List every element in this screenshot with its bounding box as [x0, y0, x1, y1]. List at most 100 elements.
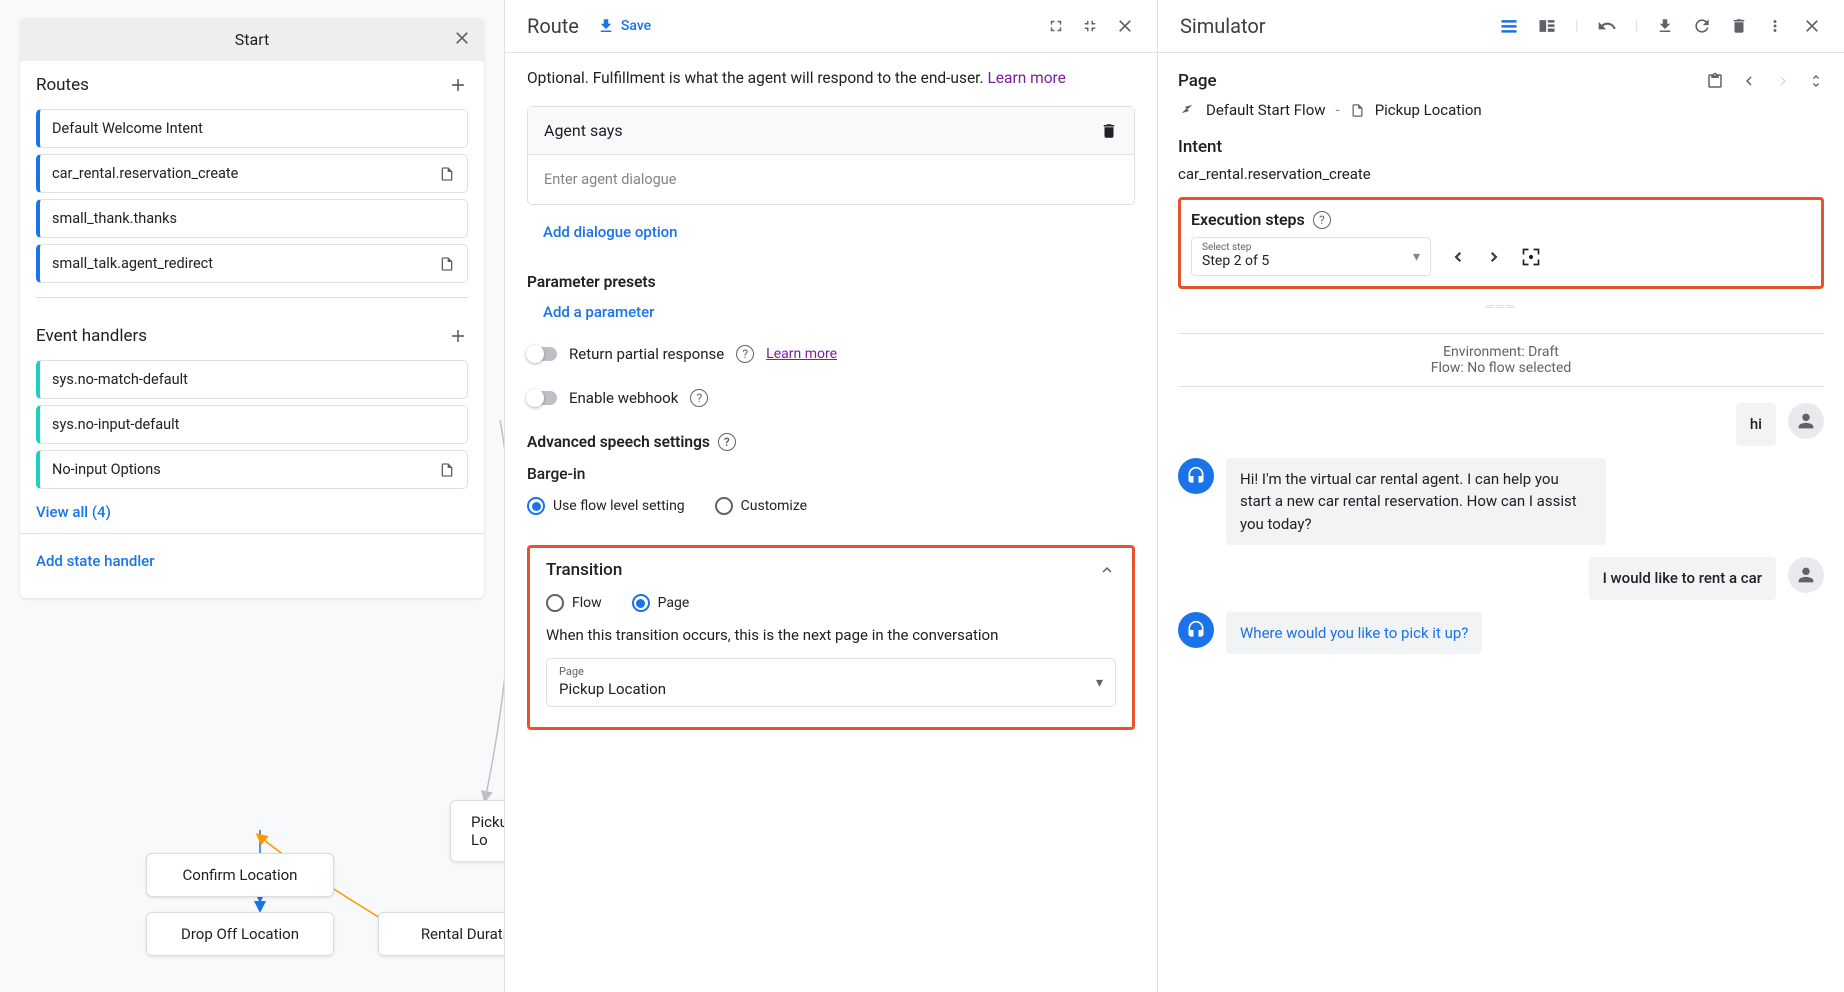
user-avatar-icon: [1788, 557, 1824, 593]
step-select-dropdown[interactable]: Select step Step 2 of 5 ▾: [1191, 237, 1431, 276]
agent-dialogue-input[interactable]: Enter agent dialogue: [528, 155, 1134, 204]
delete-icon[interactable]: [1730, 17, 1748, 35]
simulator-panel: Simulator | | Page Default Start: [1157, 0, 1844, 992]
route-header: Route Save: [505, 0, 1157, 53]
page-select-dropdown[interactable]: Page Pickup Location ▾: [546, 658, 1116, 707]
start-node-card: Start Routes Default Welcome Intent car_r…: [20, 18, 484, 598]
page-icon: [1350, 103, 1365, 118]
clipboard-icon[interactable]: [1706, 72, 1724, 90]
bot-avatar-icon: [1178, 612, 1214, 648]
agent-says-label: Agent says: [544, 121, 623, 140]
node-dropoff-location[interactable]: Drop Off Location: [146, 912, 334, 956]
close-icon[interactable]: [452, 28, 472, 48]
transition-heading: Transition: [546, 560, 622, 580]
save-icon: [597, 17, 615, 35]
enable-webhook-toggle[interactable]: [527, 391, 557, 405]
routes-heading: Routes: [36, 75, 89, 95]
flow-icon: [1178, 101, 1196, 119]
file-icon: [439, 166, 455, 182]
route-item[interactable]: car_rental.reservation_create: [36, 154, 468, 193]
execution-steps-heading: Execution steps: [1191, 210, 1305, 229]
message-text: Where would you like to pick it up?: [1226, 612, 1482, 655]
partial-response-toggle[interactable]: [527, 347, 557, 361]
node-confirm-location[interactable]: Confirm Location: [146, 853, 334, 897]
flow-canvas-panel: Start Routes Default Welcome Intent car_r…: [0, 0, 504, 992]
help-icon[interactable]: ?: [736, 345, 754, 363]
help-icon[interactable]: ?: [1313, 211, 1331, 229]
event-handler-item[interactable]: No-input Options: [36, 450, 468, 489]
handler-label: sys.no-input-default: [52, 416, 455, 433]
help-icon[interactable]: ?: [690, 389, 708, 407]
start-title: Start: [235, 30, 269, 49]
event-handler-item[interactable]: sys.no-input-default: [36, 405, 468, 444]
transition-flow-radio[interactable]: Flow: [546, 594, 602, 612]
breadcrumb-flow[interactable]: Default Start Flow: [1206, 101, 1326, 119]
route-panel: Route Save Optional. Fulfillment is what…: [504, 0, 1157, 992]
transition-page-radio[interactable]: Page: [632, 594, 690, 612]
transition-section: Transition Flow Page When this transitio…: [527, 545, 1135, 730]
view-all-link[interactable]: View all (4): [20, 495, 127, 533]
environment-label: Environment: Draft: [1178, 333, 1824, 360]
chevron-down-icon: ▾: [1096, 675, 1103, 691]
handler-label: sys.no-match-default: [52, 371, 455, 388]
fullscreen-enter-icon[interactable]: [1047, 17, 1065, 35]
learn-more-link[interactable]: Learn more: [987, 69, 1065, 87]
route-item[interactable]: small_talk.agent_redirect: [36, 244, 468, 283]
save-label: Save: [621, 18, 651, 34]
node-pickup-location[interactable]: Pickup Lo: [450, 800, 504, 862]
transition-description: When this transition occurs, this is the…: [546, 626, 1116, 644]
step-prev-icon[interactable]: [1449, 248, 1467, 266]
close-icon[interactable]: [1802, 16, 1822, 36]
fulfillment-description: Optional. Fulfillment is what the agent …: [527, 67, 1135, 90]
file-icon: [439, 256, 455, 272]
route-item[interactable]: Default Welcome Intent: [36, 109, 468, 148]
node-rental-duration[interactable]: Rental Duration: [378, 912, 504, 956]
learn-more-link[interactable]: Learn more: [766, 346, 837, 362]
routes-section-header: Routes: [20, 61, 484, 105]
barge-in-heading: Barge-in: [527, 465, 1135, 483]
param-presets-heading: Parameter presets: [527, 273, 1135, 291]
view-mode-lines-icon[interactable]: [1499, 16, 1519, 36]
collapse-icon[interactable]: [1808, 73, 1824, 89]
fullscreen-exit-icon[interactable]: [1081, 17, 1099, 35]
message-text: Hi! I'm the virtual car rental agent. I …: [1226, 458, 1606, 546]
undo-icon[interactable]: [1597, 16, 1617, 36]
add-state-handler-link[interactable]: Add state handler: [20, 533, 484, 598]
handler-label: No-input Options: [52, 461, 439, 478]
add-parameter-link[interactable]: Add a parameter: [527, 291, 654, 327]
chevron-right-icon[interactable]: [1774, 72, 1792, 90]
simulator-header: Simulator | |: [1158, 0, 1844, 53]
use-flow-radio[interactable]: Use flow level setting: [527, 497, 685, 515]
file-icon: [439, 462, 455, 478]
more-icon[interactable]: [1766, 17, 1784, 35]
add-route-icon[interactable]: [448, 75, 468, 95]
event-handlers-heading: Event handlers: [36, 326, 147, 346]
breadcrumb-page[interactable]: Pickup Location: [1375, 101, 1482, 119]
event-handler-item[interactable]: sys.no-match-default: [36, 360, 468, 399]
focus-icon[interactable]: [1521, 247, 1541, 267]
enable-webhook-label: Enable webhook: [569, 389, 678, 407]
refresh-icon[interactable]: [1692, 16, 1712, 36]
drag-handle[interactable]: ═══: [1178, 299, 1824, 313]
help-icon[interactable]: ?: [718, 433, 736, 451]
divider: [36, 297, 468, 298]
route-label: small_talk.agent_redirect: [52, 255, 439, 272]
simulator-title: Simulator: [1180, 14, 1266, 38]
chevron-left-icon[interactable]: [1740, 72, 1758, 90]
customize-radio[interactable]: Customize: [715, 497, 807, 515]
add-handler-icon[interactable]: [448, 326, 468, 346]
agent-says-box: Agent says Enter agent dialogue: [527, 106, 1135, 205]
step-next-icon[interactable]: [1485, 248, 1503, 266]
download-icon[interactable]: [1656, 17, 1674, 35]
add-dialogue-link[interactable]: Add dialogue option: [527, 205, 678, 247]
chevron-up-icon[interactable]: [1098, 561, 1116, 579]
close-icon[interactable]: [1115, 16, 1135, 36]
start-node-header[interactable]: Start: [20, 18, 484, 61]
save-button[interactable]: Save: [597, 17, 651, 35]
chat-message-bot: Hi! I'm the virtual car rental agent. I …: [1178, 458, 1824, 546]
delete-icon[interactable]: [1100, 122, 1118, 140]
view-mode-split-icon[interactable]: [1537, 16, 1557, 36]
route-label: Default Welcome Intent: [52, 120, 455, 137]
flow-label: Flow: No flow selected: [1178, 360, 1824, 387]
route-item[interactable]: small_thank.thanks: [36, 199, 468, 238]
